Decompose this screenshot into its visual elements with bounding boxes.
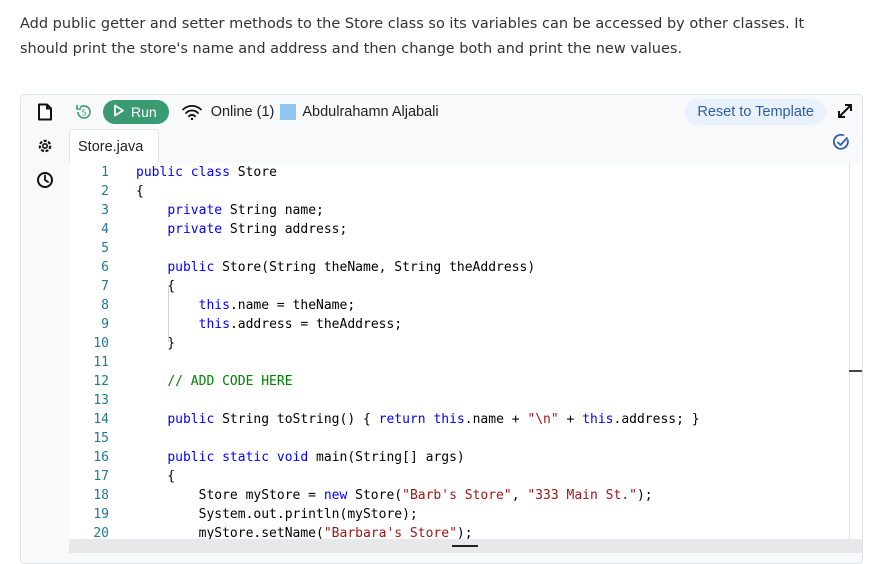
file-icon[interactable]: [35, 102, 55, 122]
code-line: 5: [69, 239, 849, 258]
line-number: 1: [101, 165, 109, 180]
code-text: this.address = theAddress;: [198, 317, 403, 332]
code-text: private String name;: [167, 203, 324, 218]
code-line: 20 myStore.setName("Barbara's Store");: [69, 524, 849, 539]
indent-guide: [168, 285, 169, 342]
reset-to-template-button[interactable]: Reset to Template: [685, 99, 826, 125]
scroll-position-marker: [849, 370, 862, 372]
line-number: 5: [101, 241, 109, 256]
code-line: 9 this.address = theAddress;: [69, 315, 849, 334]
code-line: 13: [69, 391, 849, 410]
code-line: 1 public class Store: [69, 163, 849, 182]
tab-store-java[interactable]: Store.java: [69, 129, 159, 163]
line-number: 20: [93, 526, 109, 539]
code-text: public Store(String theName, String theA…: [167, 260, 536, 275]
horizontal-scrollbar[interactable]: [69, 539, 862, 553]
line-number: 18: [93, 488, 109, 503]
line-number: 4: [101, 222, 109, 237]
online-status: Online (1): [210, 104, 275, 120]
play-icon: [113, 104, 125, 120]
code-area[interactable]: 1 public class Store 2{3 private String na…: [69, 163, 849, 539]
line-number: 12: [93, 374, 109, 389]
code-line: 4 private String address;: [69, 220, 849, 239]
ide-sidebar: [21, 95, 69, 563]
expand-icon[interactable]: [836, 102, 854, 120]
line-number: 8: [101, 298, 109, 313]
line-number: 15: [93, 431, 109, 446]
check-circle-icon[interactable]: [832, 133, 850, 151]
code-line: 3 private String name;: [69, 201, 849, 220]
svg-text:5: 5: [81, 109, 86, 118]
code-text: Store myStore = new Store("Barb's Store"…: [136, 488, 653, 503]
code-line: 7 {: [69, 277, 849, 296]
code-text: public String toString() { return this.n…: [167, 412, 700, 427]
user-color-swatch: [280, 104, 297, 120]
run-button[interactable]: Run: [103, 100, 169, 124]
code-line: 8 this.name = theName;: [69, 296, 849, 315]
run-label: Run: [131, 104, 157, 120]
line-number: 19: [93, 507, 109, 522]
user-name: Abdulrahamn Aljabali: [302, 104, 439, 120]
code-text: public class Store: [136, 165, 277, 180]
line-number: 16: [93, 450, 109, 465]
code-line: 11: [69, 353, 849, 372]
code-text: }: [136, 336, 176, 351]
line-number: 11: [93, 355, 109, 370]
code-text: {: [136, 279, 176, 294]
code-line: 2{: [69, 182, 849, 201]
vertical-scrollbar[interactable]: [849, 163, 862, 539]
code-line: 18 Store myStore = new Store("Barb's Sto…: [69, 486, 849, 505]
wifi-icon: [181, 103, 203, 121]
gear-icon[interactable]: [35, 136, 55, 156]
code-line: 19 System.out.println(myStore);: [69, 505, 849, 524]
line-number: 7: [101, 279, 109, 294]
code-line: 10 }: [69, 334, 849, 353]
code-line: 15: [69, 429, 849, 448]
line-number: 9: [101, 317, 109, 332]
code-line: 12 // ADD CODE HERE: [69, 372, 849, 391]
horizontal-scroll-thumb[interactable]: [452, 545, 478, 547]
line-number: 2: [101, 184, 109, 199]
clock-icon[interactable]: [35, 170, 55, 190]
line-number: 10: [93, 336, 109, 351]
code-line: 17 {: [69, 467, 849, 486]
line-number: 6: [101, 260, 109, 275]
history-revert-icon[interactable]: 5: [73, 101, 95, 123]
code-editor-panel: 5 Run Online (1) Abdulrahamn Aljabali Re…: [20, 94, 863, 564]
instructions-text: Add public getter and setter methods to …: [20, 16, 805, 57]
code-line: 16 public static void main(String[] args…: [69, 448, 849, 467]
line-number: 13: [93, 393, 109, 408]
line-number: 3: [101, 203, 109, 218]
code-text: public static void main(String[] args): [167, 450, 465, 465]
line-number: 17: [93, 469, 109, 484]
code-line: 6 public Store(String theName, String th…: [69, 258, 849, 277]
code-text: {: [136, 184, 144, 199]
code-text: private String address;: [167, 222, 348, 237]
code-text: System.out.println(myStore);: [136, 507, 418, 522]
code-text: // ADD CODE HERE: [167, 374, 293, 389]
code-line: 14 public String toString() { return thi…: [69, 410, 849, 429]
line-number: 14: [93, 412, 109, 427]
code-text: myStore.setName("Barbara's Store");: [136, 526, 473, 539]
ide-toolbar: 5 Run Online (1) Abdulrahamn Aljabali Re…: [69, 95, 862, 129]
code-text: {: [136, 469, 176, 484]
